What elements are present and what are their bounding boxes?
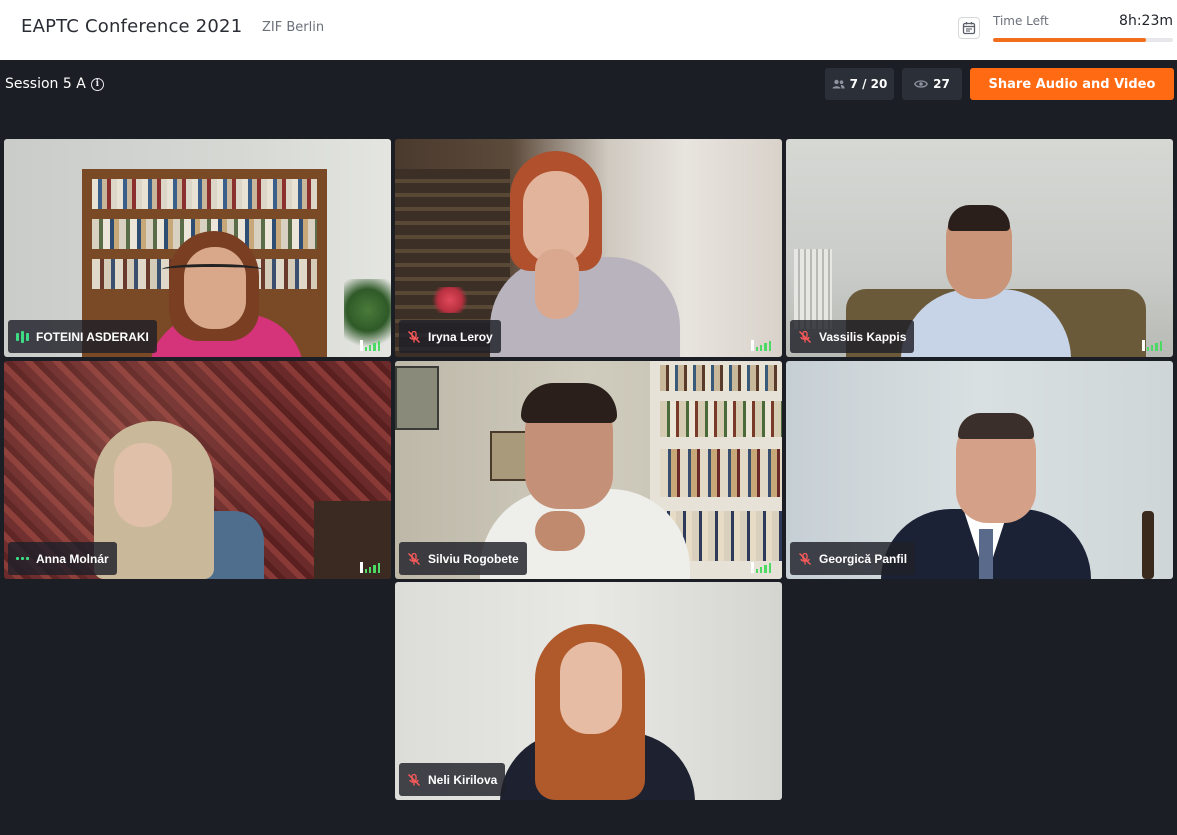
signal-strength-icon <box>360 340 381 351</box>
signal-strength-icon <box>1142 340 1163 351</box>
calendar-button[interactable] <box>958 17 980 39</box>
people-icon <box>832 79 845 89</box>
participant-name-tag: Neli Kirilova <box>399 763 506 796</box>
video-tile[interactable]: FOTEINI ASDERAKI <box>4 139 391 357</box>
participant-name: Silviu Rogobete <box>428 551 519 566</box>
wall-picture <box>395 366 439 430</box>
participants-counter[interactable]: 7 / 20 <box>825 68 894 100</box>
participants-count: 7 / 20 <box>849 77 888 91</box>
video-tile[interactable]: Georgică Panfil <box>786 361 1173 579</box>
speaking-indicator-icon <box>16 330 29 343</box>
event-title: EAPTC Conference 2021 <box>21 16 243 37</box>
person-hair <box>958 413 1034 439</box>
calendar-icon <box>962 22 976 35</box>
venue-name: ZIF Berlin <box>262 20 325 35</box>
person-face <box>114 443 172 527</box>
session-title: Session 5 A i <box>5 76 104 92</box>
person-hand <box>535 511 585 551</box>
viewers-counter[interactable]: 27 <box>902 68 962 100</box>
book-row <box>660 365 782 391</box>
viewers-count: 27 <box>933 77 950 91</box>
top-bar: EAPTC Conference 2021 ZIF Berlin Time Le… <box>0 0 1177 60</box>
participant-name-tag: Iryna Leroy <box>399 320 501 353</box>
share-audio-video-button[interactable]: Share Audio and Video <box>970 68 1174 100</box>
time-left-value: 8h:23m <box>1119 13 1173 29</box>
book-row <box>92 179 317 209</box>
person-hair <box>948 205 1010 231</box>
video-tile[interactable]: Iryna Leroy <box>395 139 782 357</box>
person-face <box>184 247 246 329</box>
participant-name-tag: FOTEINI ASDERAKI <box>8 320 157 353</box>
participant-name: Iryna Leroy <box>428 329 493 344</box>
mic-muted-icon <box>408 330 420 343</box>
mic-muted-icon <box>408 552 420 565</box>
participant-name: Georgică Panfil <box>819 551 908 566</box>
participant-name-tag: Anna Molnár <box>8 542 117 575</box>
person-hair <box>521 383 617 423</box>
info-icon[interactable]: i <box>90 77 104 91</box>
mic-muted-icon <box>799 330 811 343</box>
signal-strength-icon <box>751 340 772 351</box>
mic-muted-icon <box>799 552 811 565</box>
video-tile[interactable]: Neli Kirilova <box>395 582 782 800</box>
guitar <box>1142 511 1154 579</box>
participant-name: Anna Molnár <box>36 551 109 566</box>
session-name: Session 5 A <box>5 76 86 92</box>
participant-name: Neli Kirilova <box>428 772 498 787</box>
person-face <box>560 642 622 734</box>
participant-name: FOTEINI ASDERAKI <box>36 329 149 344</box>
eye-icon <box>914 80 929 88</box>
participant-name-tag: Georgică Panfil <box>790 542 916 575</box>
audio-idle-indicator-icon <box>16 557 29 560</box>
video-tile[interactable]: Vassilis Kappis <box>786 139 1173 357</box>
tie <box>979 529 993 579</box>
time-left-progress-fill <box>993 38 1146 42</box>
book-row <box>660 401 782 437</box>
person-hand <box>535 249 579 319</box>
participant-name: Vassilis Kappis <box>819 329 907 344</box>
mic-muted-icon <box>408 773 420 786</box>
headset <box>162 264 262 275</box>
participant-name-tag: Vassilis Kappis <box>790 320 915 353</box>
person-body <box>490 257 680 357</box>
video-tile[interactable]: Silviu Rogobete <box>395 361 782 579</box>
flowers <box>430 287 470 313</box>
video-tile[interactable]: Anna Molnár <box>4 361 391 579</box>
book-row <box>660 449 782 497</box>
radiator <box>794 249 832 329</box>
time-left-label: Time Left <box>993 14 1049 28</box>
participant-name-tag: Silviu Rogobete <box>399 542 527 575</box>
signal-strength-icon <box>360 562 381 573</box>
signal-strength-icon <box>751 562 772 573</box>
time-left-progress <box>993 38 1173 42</box>
